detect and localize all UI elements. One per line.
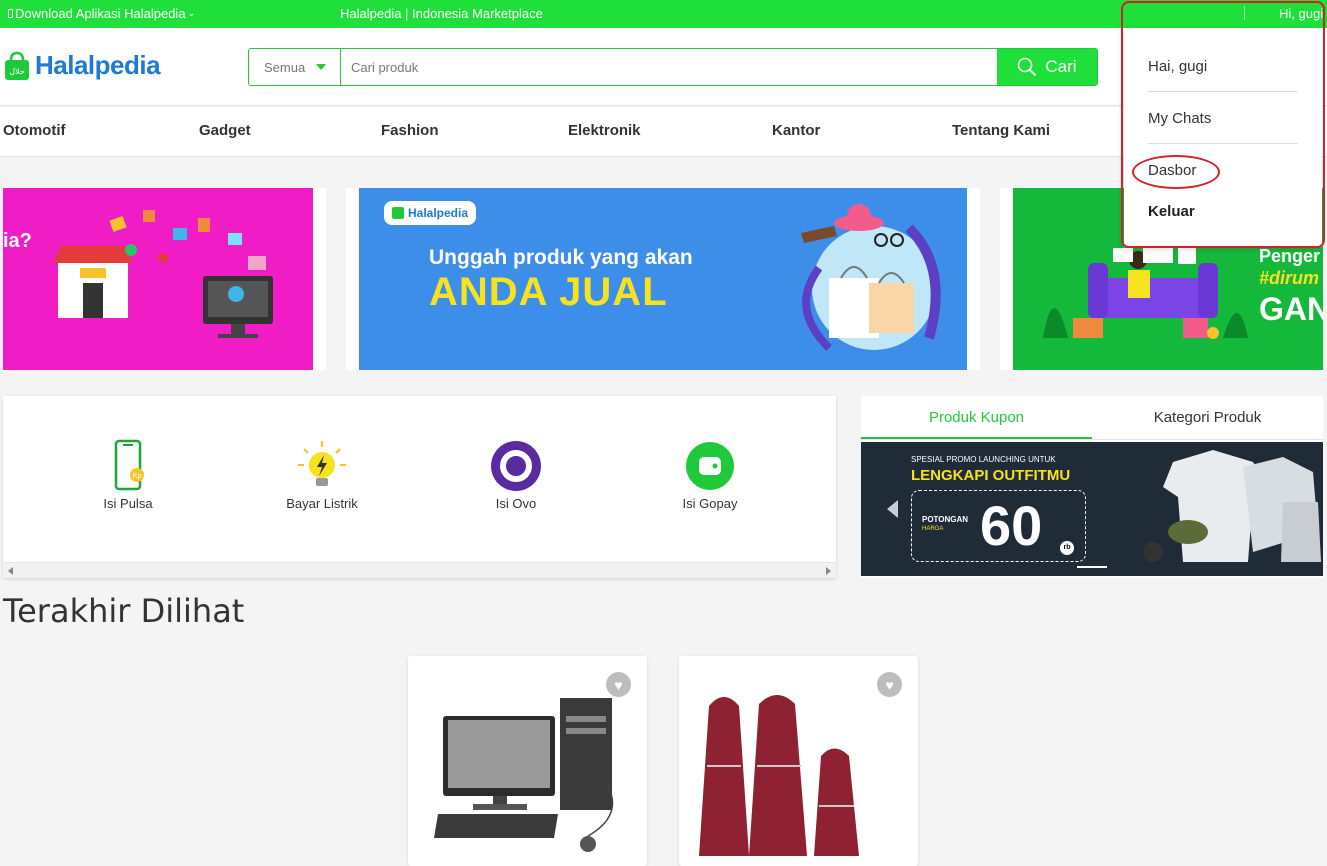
- horizontal-scrollbar[interactable]: [3, 562, 836, 578]
- promo-amount: 60: [980, 494, 1043, 557]
- dropdown-my-chats[interactable]: My Chats: [1148, 110, 1211, 127]
- nav-item-gadget[interactable]: Gadget: [199, 122, 251, 139]
- svg-text:Rp: Rp: [132, 472, 142, 480]
- phone-icon: Rp: [102, 439, 154, 492]
- phone-small-icon: [8, 9, 13, 18]
- divider: [1148, 91, 1298, 92]
- product-card[interactable]: ♥: [679, 656, 918, 866]
- download-app-link[interactable]: Download Aplikasi Halalpedia ⌄: [8, 6, 195, 21]
- scroll-left-arrow-icon[interactable]: [8, 567, 13, 575]
- logo-text: Halalpedia: [35, 50, 161, 80]
- dropdown-greeting[interactable]: Hai, gugi: [1148, 58, 1207, 75]
- recently-viewed-title: Terakhir Dilihat: [3, 592, 245, 630]
- user-greeting-menu[interactable]: Hi, gugi: [1279, 6, 1323, 21]
- banner-3-line-1: Penger: [1259, 246, 1321, 266]
- coupon-panel: Produk Kupon Kategori Produk SPESIAL PRO…: [861, 396, 1323, 578]
- nav-item-fashion[interactable]: Fashion: [381, 122, 439, 139]
- chevron-down-icon: ⌄: [187, 8, 196, 18]
- service-label: Bayar Listrik: [286, 496, 358, 511]
- promo-small-text: SPESIAL PROMO LAUNCHING UNTUK: [911, 455, 1056, 464]
- user-dropdown-menu: Hai, gugi My Chats Dasbor Keluar: [1124, 28, 1322, 247]
- search-bar: Semua Cari: [248, 48, 1098, 86]
- service-label: Isi Gopay: [682, 496, 738, 511]
- search-icon: [1018, 57, 1037, 77]
- promo-headline: LENGKAPI OUTFITMU: [911, 467, 1071, 484]
- banner-slide-1[interactable]: ia?: [3, 188, 313, 370]
- category-select[interactable]: Semua: [249, 49, 341, 85]
- banner-3-line-2: #dirum: [1259, 268, 1320, 288]
- shopping-bags-illustration: [801, 204, 941, 351]
- dropdown-logout[interactable]: Keluar: [1148, 203, 1195, 220]
- digital-services-panel: Rp Isi Pulsa Bayar Listrik Isi Ovo Isi G…: [3, 396, 836, 578]
- search-button-label: Cari: [1045, 57, 1077, 76]
- logo[interactable]: حلال Halalpedia: [3, 50, 161, 81]
- divider: [1244, 6, 1245, 20]
- promo-harga: HARGA: [922, 526, 944, 532]
- nav-item-tentang-kami[interactable]: Tentang Kami: [952, 122, 1050, 139]
- caret-down-icon: [316, 64, 326, 70]
- search-button[interactable]: Cari: [997, 49, 1097, 85]
- service-label: Isi Ovo: [495, 496, 537, 511]
- carousel-prev-icon[interactable]: [887, 500, 898, 518]
- shopping-bag-logo-icon: حلال: [5, 51, 29, 80]
- service-isi-gopay[interactable]: Isi Gopay: [650, 440, 770, 511]
- promo-discount-box: POTONGAN HARGA 60 rb: [911, 490, 1086, 562]
- banner-brand-pill: Halalpedia: [384, 201, 477, 225]
- banner-headline-1: Unggah produk yang akan: [429, 246, 693, 269]
- service-bayar-listrik[interactable]: Bayar Listrik: [262, 440, 382, 511]
- favorite-heart-icon[interactable]: ♥: [606, 672, 631, 697]
- carousel-indicator[interactable]: [1077, 566, 1107, 568]
- bag-icon: [392, 207, 404, 219]
- promo-potongan: POTONGAN: [922, 515, 969, 524]
- apparel-product-image: [1143, 450, 1321, 562]
- site-tagline: Halalpedia | Indonesia Marketplace: [340, 6, 543, 21]
- promo-unit: rb: [1060, 541, 1074, 555]
- promo-carousel[interactable]: SPESIAL PROMO LAUNCHING UNTUK LENGKAPI O…: [861, 442, 1323, 576]
- scroll-right-arrow-icon[interactable]: [826, 567, 831, 575]
- dropdown-dashboard[interactable]: Dasbor: [1148, 162, 1196, 179]
- service-label: Isi Pulsa: [103, 496, 153, 511]
- banner-headline-2: ANDA JUAL: [429, 270, 668, 314]
- service-isi-pulsa[interactable]: Rp Isi Pulsa: [68, 439, 188, 511]
- ovo-icon: [490, 440, 542, 492]
- service-isi-ovo[interactable]: Isi Ovo: [456, 440, 576, 511]
- banner-gap: [313, 188, 326, 370]
- banner-slide-2[interactable]: Halalpedia Unggah produk yang akan ANDA …: [359, 188, 967, 370]
- svg-text:حلال: حلال: [9, 67, 25, 76]
- download-app-label: Download Aplikasi Halalpedia: [15, 6, 186, 21]
- banner-3-line-3: GAN: [1259, 291, 1323, 327]
- nav-item-elektronik[interactable]: Elektronik: [568, 122, 641, 139]
- product-card[interactable]: ♥: [408, 656, 647, 866]
- top-bar: Download Aplikasi Halalpedia ⌄ Halalpedi…: [0, 0, 1327, 28]
- nav-item-kantor[interactable]: Kantor: [772, 122, 820, 139]
- banner-brand-label: Halalpedia: [408, 206, 469, 220]
- favorite-heart-icon[interactable]: ♥: [877, 672, 902, 697]
- banner-frame: [1000, 188, 1013, 370]
- search-input[interactable]: [341, 49, 997, 85]
- lightbulb-icon: [296, 440, 348, 492]
- gopay-icon: [684, 440, 736, 492]
- coupon-tabs: Produk Kupon Kategori Produk: [861, 396, 1323, 440]
- tab-produk-kupon[interactable]: Produk Kupon: [861, 396, 1092, 439]
- divider: [1148, 143, 1298, 144]
- tab-kategori-produk[interactable]: Kategori Produk: [1092, 396, 1323, 439]
- category-select-value: Semua: [264, 59, 306, 75]
- nav-item-otomotif[interactable]: Otomotif: [3, 122, 65, 139]
- online-shop-illustration: [53, 210, 273, 338]
